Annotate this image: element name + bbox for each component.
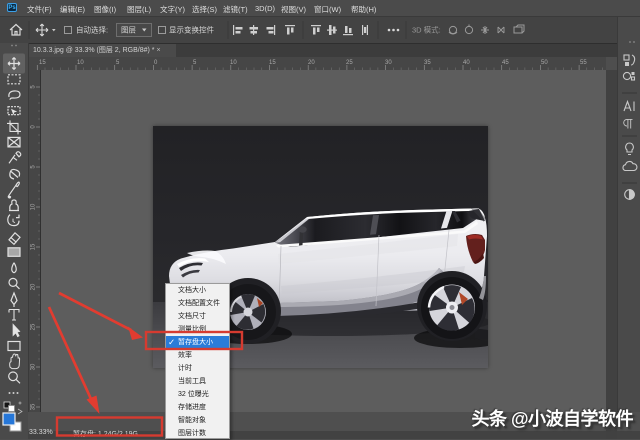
svg-text:20: 20 [31,283,37,290]
svg-text:15: 15 [31,243,37,250]
svg-text:5: 5 [116,60,120,66]
svg-text:50: 50 [541,60,548,66]
svg-text:图层: 图层 [121,26,136,35]
svg-text:15: 15 [39,60,46,66]
svg-text:45: 45 [502,60,509,66]
svg-text:5: 5 [31,85,37,89]
svg-text:15: 15 [269,60,276,66]
svg-text:30: 30 [385,60,392,66]
svg-text:5: 5 [31,165,37,169]
svg-text:35: 35 [424,60,431,66]
svg-text:20: 20 [308,60,315,66]
svg-text:自动选择:: 自动选择: [76,25,108,35]
svg-text:10: 10 [77,60,84,66]
svg-text:40: 40 [463,60,470,66]
svg-text:0: 0 [31,125,37,129]
svg-text:显示变换控件: 显示变换控件 [169,25,214,35]
svg-text:55: 55 [580,60,587,66]
svg-text:30: 30 [31,363,37,370]
svg-text:3D 模式:: 3D 模式: [412,25,441,35]
svg-text:5: 5 [193,60,197,66]
svg-text:10: 10 [31,203,37,210]
svg-text:0: 0 [154,60,158,66]
svg-text:25: 25 [31,323,37,330]
